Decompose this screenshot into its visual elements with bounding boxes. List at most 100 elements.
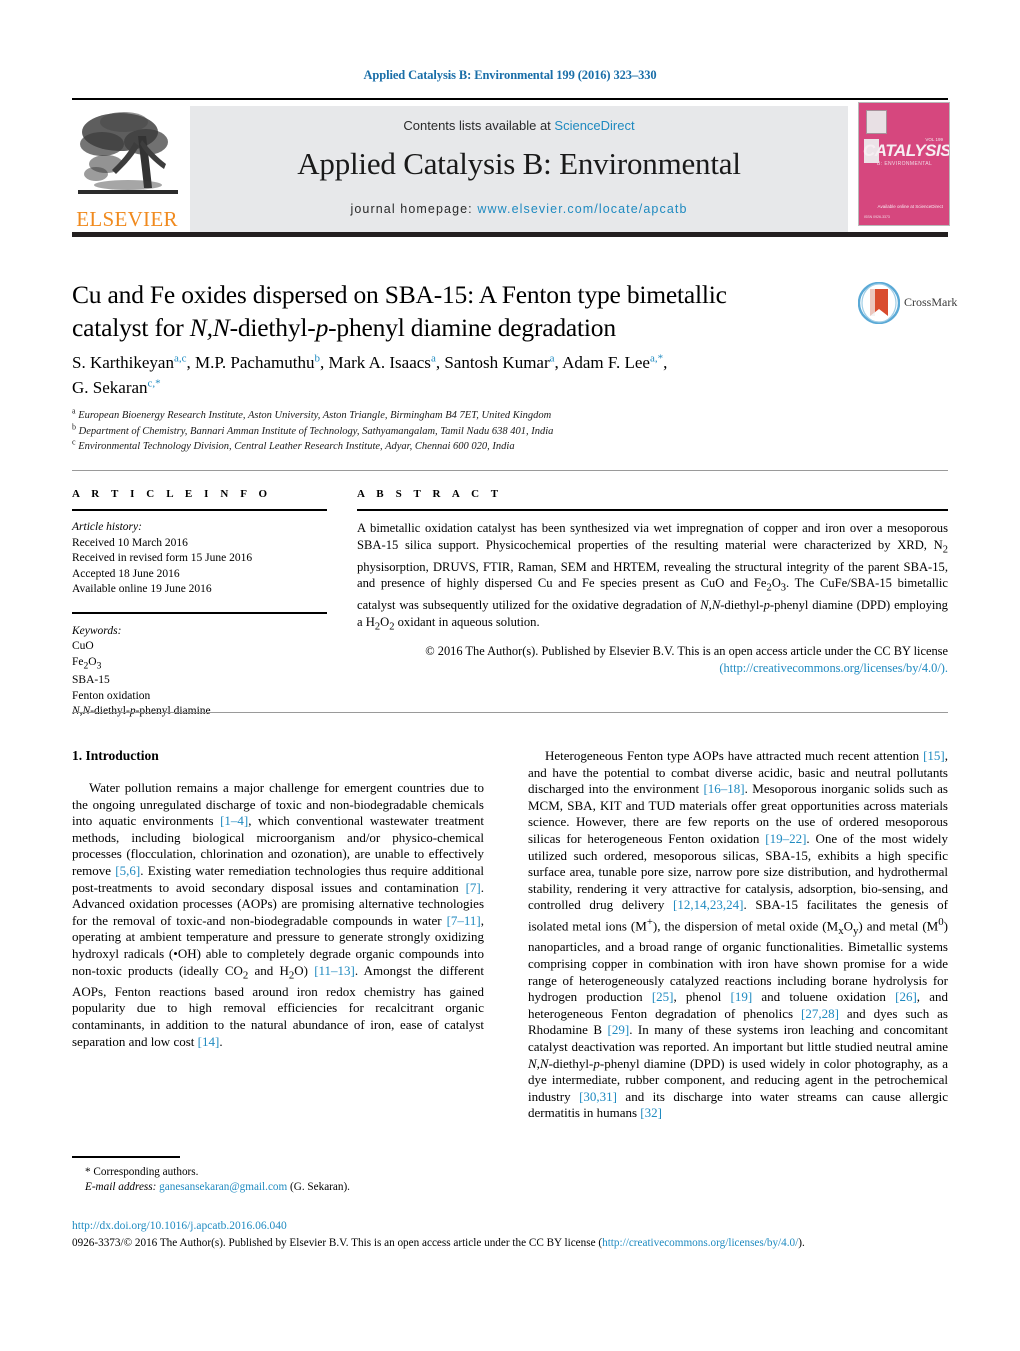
author-6-name: G. Sekaran <box>72 378 148 397</box>
footer-license-link[interactable]: http://creativecommons.org/licenses/by/4… <box>602 1237 798 1249</box>
email-address-link[interactable]: ganesansekaran@gmail.com <box>159 1181 287 1193</box>
abstract-rule <box>357 509 948 511</box>
keyword-1: CuO <box>72 640 94 652</box>
footnote-email-line: E-mail address: ganesansekaran@gmail.com… <box>72 1180 484 1195</box>
citation-26[interactable]: [26] <box>895 989 917 1004</box>
license-link[interactable]: (http://creativecommons.org/licenses/by/… <box>719 661 948 675</box>
citation-5-6[interactable]: [5,6] <box>115 863 140 878</box>
crossmark-badge-group[interactable]: CrossMark <box>858 282 958 326</box>
masthead-panel: Contents lists available at ScienceDirec… <box>190 106 848 232</box>
abstract-heading: A B S T R A C T <box>357 488 503 500</box>
citation-32[interactable]: [32] <box>640 1105 662 1120</box>
elsevier-logo: ELSEVIER <box>72 106 182 232</box>
corresponding-star-1: * <box>657 352 664 365</box>
author-5-mark-letters: a, <box>649 352 658 365</box>
author-2-name: M.P. Pachamuthu <box>195 353 315 372</box>
affiliation-c: c Environmental Technology Division, Cen… <box>72 437 862 455</box>
author-3-name: Mark A. Isaacs <box>328 353 431 372</box>
author-2: M.P. Pachamuthub <box>195 353 320 372</box>
crossmark-label: CrossMark <box>904 295 958 309</box>
keyword-4: Fenton oxidation <box>72 689 151 702</box>
body-column-left: 1. Introduction Water pollution remains … <box>72 748 484 1050</box>
author-list: S. Karthikeyana,c, M.P. Pachamuthub, Mar… <box>72 352 668 397</box>
history-received: Received 10 March 2016 <box>72 536 188 549</box>
citation-12-14-23-24[interactable]: [12,14,23,24] <box>673 897 743 912</box>
doi-link[interactable]: http://dx.doi.org/10.1016/j.apcatb.2016.… <box>72 1218 948 1234</box>
affiliation-b-mark: b <box>72 422 76 431</box>
citation-7-11[interactable]: [7–11] <box>447 913 481 928</box>
author-1: S. Karthikeyana,c <box>72 353 187 372</box>
footnote-body: * Corresponding authors. E-mail address:… <box>72 1165 484 1195</box>
issn-text: 0926-3373/© 2016 The Author(s). Publishe… <box>72 1237 603 1249</box>
issn-tail: ). <box>798 1237 805 1249</box>
keywords-label: Keywords: <box>72 624 122 637</box>
author-3-marks: a <box>430 352 436 365</box>
title-line-2-b: -diethyl- <box>229 313 316 342</box>
masthead-bottom-rule <box>72 232 948 237</box>
abstract-column: A B S T R A C T A bimetallic oxidation c… <box>357 488 948 676</box>
sciencedirect-link[interactable]: ScienceDirect <box>554 118 634 133</box>
affiliation-a-mark: a <box>72 406 76 416</box>
author-6-marks: c,* <box>148 377 161 389</box>
elsevier-wordmark: ELSEVIER <box>76 207 178 231</box>
citation-27-28[interactable]: [27,28] <box>801 1006 839 1021</box>
cover-title-text: CATALYSIS <box>863 141 950 160</box>
affiliation-a: a European Bioenergy Research Institute,… <box>72 406 862 424</box>
journal-cover-thumbnail: VOL 199 CATALYSIS B: ENVIRONMENTAL Avail… <box>858 102 950 226</box>
contents-prefix: Contents lists available at <box>403 118 555 133</box>
title-italic-nn: N,N <box>189 313 230 342</box>
citation-16-18[interactable]: [16–18] <box>703 781 744 796</box>
keyword-3: SBA-15 <box>72 674 110 687</box>
homepage-prefix: journal homepage: <box>350 202 478 216</box>
cover-elsevier-mark-icon <box>866 110 887 134</box>
history-online: Available online 19 June 2016 <box>72 583 212 595</box>
history-accepted: Accepted 18 June 2016 <box>72 567 180 580</box>
citation-25[interactable]: [25] <box>652 989 674 1004</box>
citation-29[interactable]: [29] <box>608 1022 630 1037</box>
article-info-heading: A R T I C L E I N F O <box>72 488 272 500</box>
keywords-block: Keywords: CuO Fe2O3 SBA-15 Fenton oxidat… <box>72 624 327 720</box>
citation-11-13[interactable]: [11–13] <box>314 963 355 978</box>
article-history-block: Article history: Received 10 March 2016 … <box>72 520 327 598</box>
masthead-top-rule <box>72 98 948 100</box>
journal-homepage-link[interactable]: www.elsevier.com/locate/apcatb <box>477 202 687 216</box>
intro-paragraph-right: Heterogeneous Fenton type AOPs have attr… <box>528 748 948 1121</box>
affiliation-list: a European Bioenergy Research Institute,… <box>72 406 862 455</box>
cover-bottom-left-text: ISSN 0926-3373 <box>864 214 890 219</box>
title-line-2-c: -phenyl diamine degradation <box>328 313 616 342</box>
affiliation-a-text: European Bioenergy Research Institute, A… <box>78 410 552 421</box>
paper-page: Applied Catalysis B: Environmental 199 (… <box>0 0 1020 1351</box>
elsevier-tree-icon <box>78 112 178 194</box>
citation-1-4[interactable]: [1–4] <box>220 813 248 828</box>
article-history-label: Article history: <box>72 521 142 533</box>
keyword-2: Fe2O3 <box>72 655 102 671</box>
journal-homepage-line: journal homepage: www.elsevier.com/locat… <box>190 202 848 216</box>
intro-paragraph-left: Water pollution remains a major challeng… <box>72 780 485 1049</box>
email-owner: (G. Sekaran). <box>290 1181 350 1193</box>
author-4-marks: a <box>549 352 555 365</box>
page-title: Cu and Fe oxides dispersed on SBA-15: A … <box>72 278 842 344</box>
footnote-divider <box>72 1156 180 1158</box>
body-column-right: Heterogeneous Fenton type AOPs have attr… <box>528 748 948 1122</box>
title-block: Cu and Fe oxides dispersed on SBA-15: A … <box>72 278 842 344</box>
running-head: Applied Catalysis B: Environmental 199 (… <box>363 68 657 82</box>
citation-19-22[interactable]: [19–22] <box>765 831 806 846</box>
citation-7[interactable]: [7] <box>466 880 481 895</box>
keywords-rule <box>72 611 327 614</box>
citation-30-31[interactable]: [30,31] <box>579 1089 617 1104</box>
author-1-name: S. Karthikeyan <box>72 353 174 372</box>
footnote-star-line: * Corresponding authors. <box>85 1166 199 1178</box>
affiliation-b-text: Department of Chemistry, Bannari Amman I… <box>78 425 554 437</box>
citation-15[interactable]: [15] <box>923 748 945 763</box>
author-5-name: Adam F. Lee <box>562 353 650 372</box>
author-4: Santosh Kumara <box>444 353 554 372</box>
corresponding-author-footnote: * Corresponding authors. E-mail address:… <box>72 1156 484 1195</box>
cover-subtitle-text: B: ENVIRONMENTAL <box>877 161 933 167</box>
citation-19[interactable]: [19] <box>731 989 753 1004</box>
journal-title: Applied Catalysis B: Environmental <box>297 146 741 181</box>
cover-bottom-right-text: Available online at ScienceDirect <box>877 204 943 210</box>
abstract-copyright: © 2016 The Author(s). Published by Elsev… <box>357 643 948 676</box>
affiliation-divider <box>72 470 948 471</box>
affiliation-c-mark: c <box>72 437 76 447</box>
citation-14[interactable]: [14] <box>198 1034 220 1049</box>
